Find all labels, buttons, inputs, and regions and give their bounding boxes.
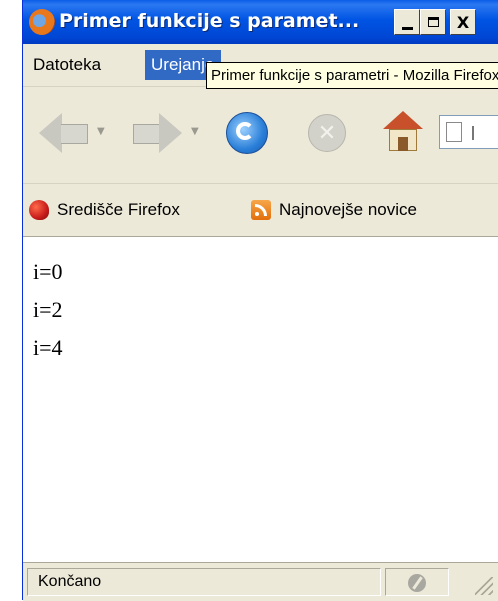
home-icon[interactable] (383, 111, 423, 153)
stop-icon[interactable]: ✕ (308, 114, 346, 152)
tooltip: Primer funkcije s parametri - Mozilla Fi… (206, 62, 498, 89)
maximize-button[interactable] (420, 9, 446, 35)
forward-arrow-icon (159, 113, 182, 153)
back-dropdown-icon[interactable]: ▼ (97, 126, 105, 137)
output-line: i=2 (33, 297, 63, 322)
status-text: Končano (27, 568, 381, 596)
menu-file[interactable]: Datoteka (27, 50, 107, 80)
output-line: i=0 (33, 259, 63, 284)
bookmarks-toolbar: Središče Firefox Najnovejše novice (23, 184, 498, 237)
forward-dropdown-icon[interactable]: ▼ (191, 126, 199, 137)
page-content: i=0 i=2 i=4 (23, 237, 498, 562)
browser-window: Primer funkcije s paramet... X Datoteka … (22, 0, 498, 601)
bookmark-label: Najnovejše novice (279, 200, 417, 219)
security-status-cell (385, 568, 449, 596)
maximize-icon (427, 17, 439, 27)
minimize-icon (401, 26, 413, 30)
bookmark-latest-headlines[interactable]: Najnovejše novice (251, 198, 417, 222)
url-bar[interactable] (439, 115, 498, 149)
firefox-bookmark-icon (29, 200, 49, 220)
reload-icon[interactable] (226, 112, 268, 154)
title-bar[interactable]: Primer funkcije s paramet... X (23, 0, 498, 44)
output-line: i=4 (33, 335, 63, 360)
window-title: Primer funkcije s paramet... (59, 10, 360, 32)
navigation-toolbar: ▼ ▼ ✕ (23, 87, 498, 184)
firefox-app-icon[interactable] (29, 9, 55, 35)
status-bar: Končano (23, 562, 498, 601)
close-icon: X (456, 12, 470, 32)
minimize-button[interactable] (394, 9, 420, 35)
close-button[interactable]: X (450, 9, 476, 35)
page-icon (446, 122, 462, 142)
resize-grip[interactable] (475, 577, 493, 595)
back-arrow-icon (39, 113, 62, 153)
bookmark-firefox-central[interactable]: Središče Firefox (29, 198, 180, 222)
bookmark-label: Središče Firefox (57, 200, 180, 219)
security-icon[interactable] (408, 574, 426, 592)
rss-icon (251, 200, 271, 220)
